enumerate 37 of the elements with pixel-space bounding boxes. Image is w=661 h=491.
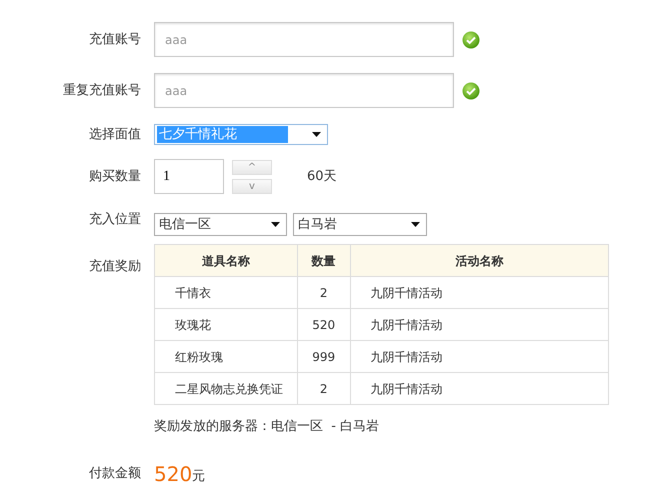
table-cell: 九阴千情活动 (350, 372, 608, 404)
table-cell: 2 (297, 276, 350, 308)
table-cell: 999 (297, 340, 350, 372)
dropdown-select[interactable]: 电信一区 (154, 213, 287, 236)
table-cell: 玫瑰花 (154, 308, 298, 340)
dropdown-select[interactable]: 白马岩 (293, 213, 427, 236)
column-header: 数量 (297, 244, 350, 276)
quantity-input[interactable]: 1 (154, 159, 224, 194)
column-header: 活动名称 (350, 244, 608, 276)
table-cell: 九阴千情活动 (350, 340, 608, 372)
dropdown-select[interactable]: 七夕千情礼花 (154, 124, 328, 145)
field-label: 重复充值账号 (62, 82, 141, 100)
decrement-button[interactable]: v (232, 178, 272, 194)
field-label: 付款金额 (88, 464, 141, 483)
table-cell: 九阴千情活动 (350, 276, 608, 308)
table-cell: 九阴千情活动 (350, 308, 608, 340)
caret-icon (271, 222, 280, 227)
table-cell: 二星风物志兑换凭证 (154, 372, 298, 404)
increment-button[interactable]: ^ (232, 160, 272, 174)
amount-text: 520 (154, 460, 192, 488)
currency-unit: 元 (192, 468, 206, 486)
table-cell: 520 (297, 308, 350, 340)
table-cell: 红粉玫瑰 (154, 340, 298, 372)
duration-text: 60天 (307, 168, 337, 186)
column-header: 道具名称 (154, 244, 298, 276)
text-input[interactable]: aaa (154, 22, 454, 57)
field-label: 选择面值 (88, 126, 141, 144)
field-label: 充入位置 (88, 211, 141, 229)
server-note: 奖励发放的服务器：电信一区 - 白马岩 (154, 418, 380, 436)
field-label: 充值奖励 (88, 258, 141, 276)
table-cell: 千情衣 (154, 276, 298, 308)
table-cell: 2 (297, 372, 350, 404)
caret-icon (411, 222, 420, 227)
field-label: 购买数量 (88, 168, 141, 186)
caret-icon (312, 132, 321, 137)
text-input[interactable]: aaa (154, 73, 454, 108)
field-label: 充值账号 (88, 30, 141, 49)
